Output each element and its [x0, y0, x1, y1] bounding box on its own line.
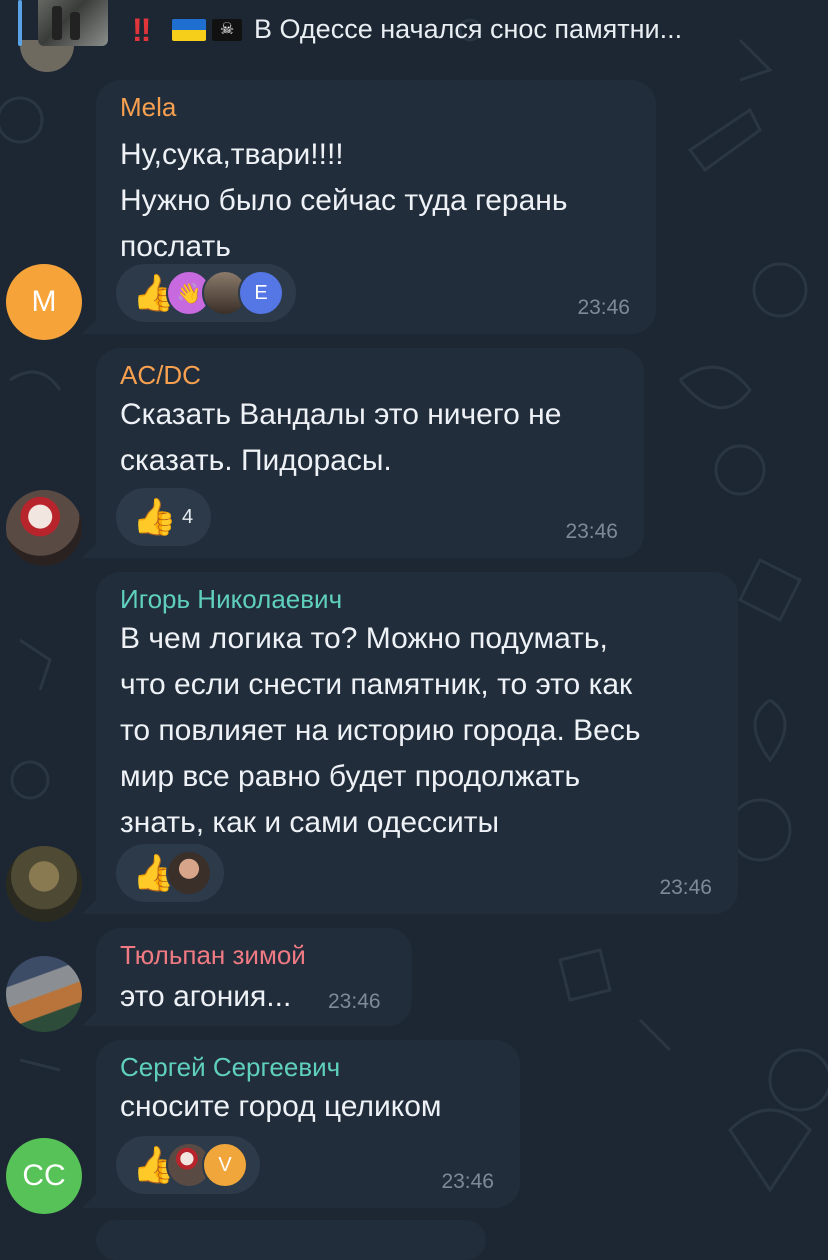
reply-text: В Одессе начался снос памятни... — [254, 14, 683, 44]
sender-name[interactable]: Mela — [120, 92, 176, 123]
sender-name[interactable]: Тюльпан зимой — [120, 940, 306, 971]
message-time: 23:46 — [659, 876, 712, 899]
message-bubble[interactable]: Mela Ну,сука,твари!!!! Нужно было сейчас… — [82, 80, 656, 334]
message-line: что если снести памятник, то это как — [120, 668, 633, 701]
reaction-count: 4 — [182, 505, 194, 528]
message-time: 23:46 — [565, 520, 618, 543]
ukraine-flag-icon — [172, 18, 206, 41]
thumbs-up-icon: 👍 — [132, 496, 177, 537]
message-bubble[interactable]: Сергей Сергеевич сносите город целиком 👍… — [82, 1040, 520, 1208]
message-line: Нужно было сейчас туда герань — [120, 184, 568, 217]
message-line: знать, как и сами одесситы — [120, 806, 500, 839]
message-time: 23:46 — [577, 296, 630, 319]
message-line: сказать. Пидорасы. — [120, 444, 392, 477]
reply-title-overflow — [132, 0, 692, 5]
message-bubble[interactable]: Тюльпан зимой это агония... 23:46 — [82, 928, 412, 1026]
message-line: то повлияет на историю города. Весь — [120, 714, 641, 747]
double-exclamation-icon: ‼ — [132, 11, 151, 48]
message-line: мир все равно будет продолжать — [120, 760, 581, 793]
message-bubble[interactable]: AC/DC Сказать Вандалы это ничего не сказ… — [82, 348, 644, 558]
avatar[interactable]: CC — [6, 1138, 82, 1214]
avatar[interactable] — [6, 490, 82, 566]
sender-name[interactable]: AC/DC — [120, 360, 201, 391]
reaction-chip[interactable]: 👍 4 — [116, 488, 212, 546]
reaction-chip[interactable]: 👍 — [116, 844, 224, 902]
reaction-chip[interactable]: 👍 V — [116, 1136, 260, 1194]
reply-thumbnail — [38, 0, 108, 46]
reaction-chip[interactable]: 👍 👋 E — [116, 264, 296, 322]
message-time: 23:46 — [441, 1170, 494, 1193]
avatar[interactable] — [6, 956, 82, 1032]
pirate-flag-icon: ☠ — [212, 18, 242, 41]
reactor-avatar: V — [202, 1142, 248, 1188]
message-bubble-partial[interactable] — [96, 1220, 486, 1260]
message-line: Ну,сука,твари!!!! — [120, 138, 344, 171]
message-line: Сказать Вандалы это ничего не — [120, 398, 562, 431]
sender-name[interactable]: Сергей Сергеевич — [120, 1052, 340, 1083]
sender-name[interactable]: Игорь Николаевич — [120, 584, 342, 615]
reply-accent-bar — [18, 0, 22, 46]
message-line: сносите город целиком — [120, 1090, 442, 1123]
reply-preview[interactable]: ‼ ☠ В Одессе начался снос памятни... — [0, 0, 828, 48]
reactor-avatar — [166, 850, 212, 896]
avatar[interactable]: M — [6, 264, 82, 340]
avatar[interactable] — [6, 846, 82, 922]
message-line: В чем логика то? Можно подумать, — [120, 622, 608, 655]
message-time: 23:46 — [328, 990, 381, 1013]
message-bubble[interactable]: Игорь Николаевич В чем логика то? Можно … — [82, 572, 738, 914]
message-line: это агония... — [120, 980, 292, 1013]
reactor-avatar: E — [238, 270, 284, 316]
